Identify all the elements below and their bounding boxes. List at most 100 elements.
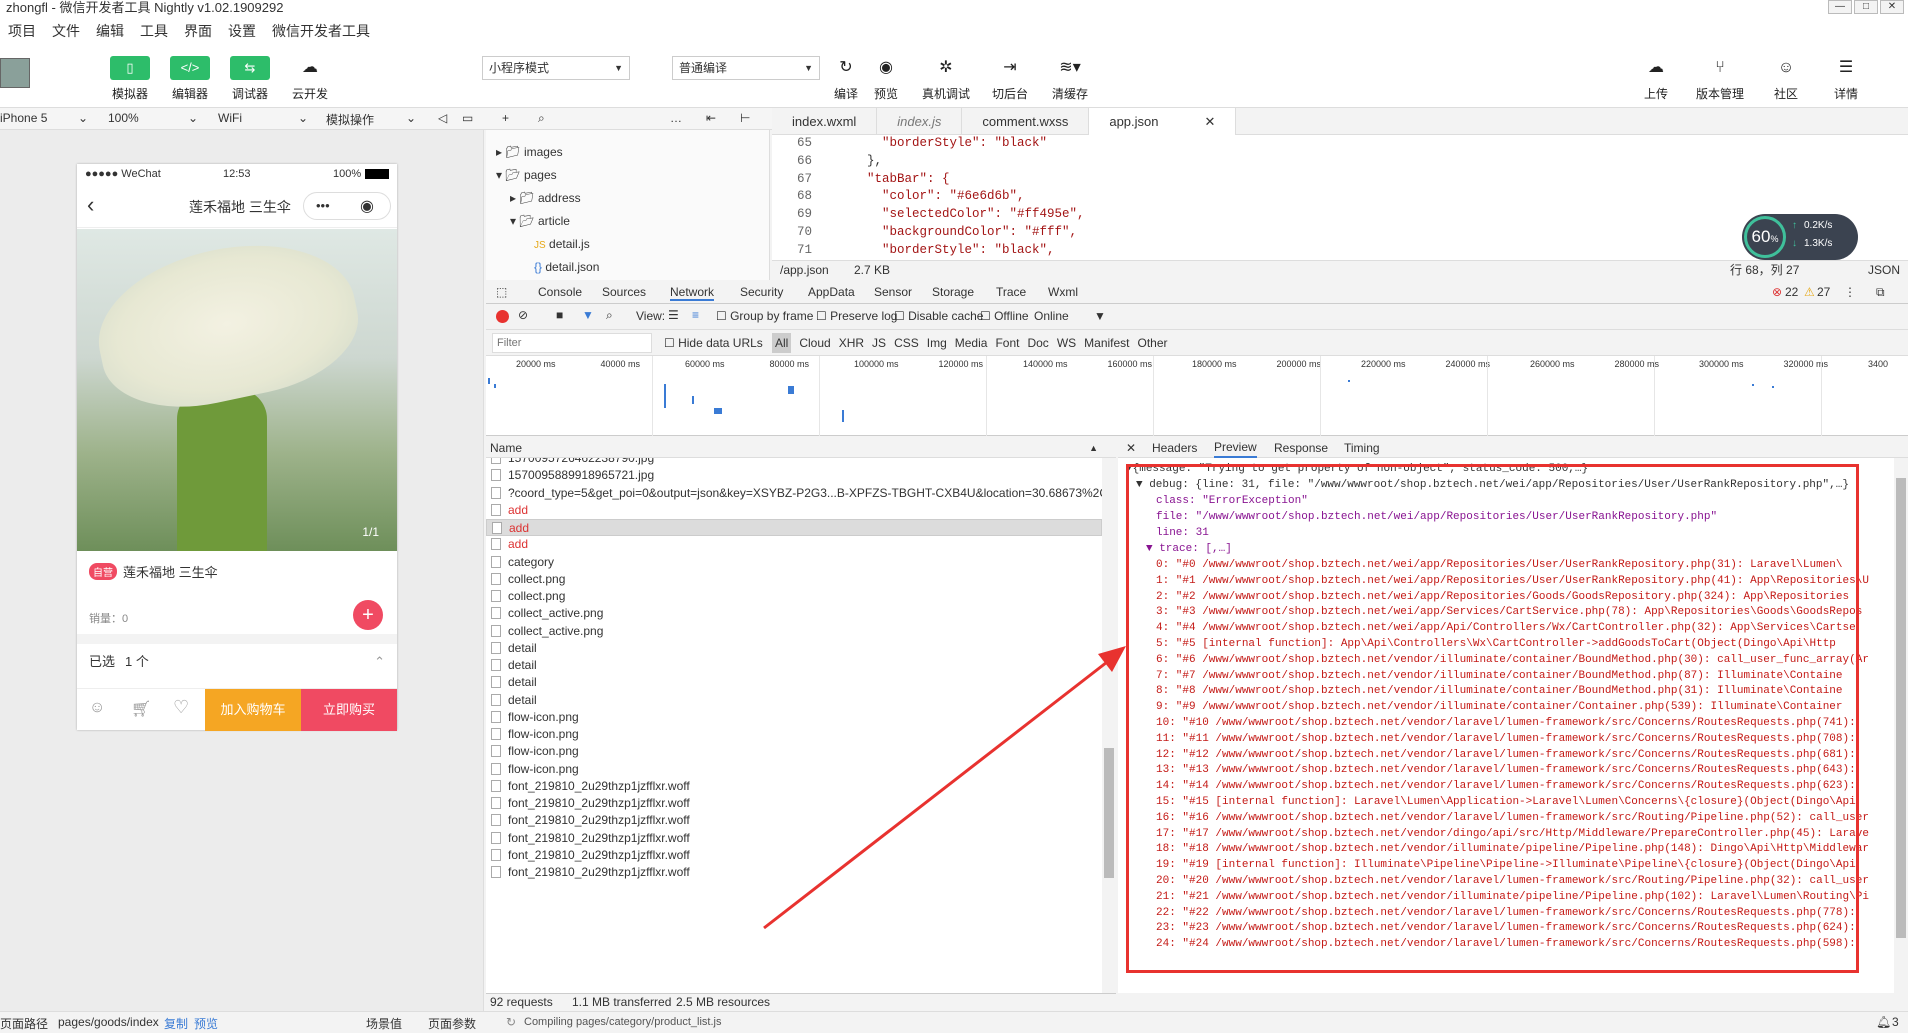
filter-input[interactable]	[492, 333, 652, 353]
scene-value[interactable]: 场景值	[366, 1015, 402, 1032]
maximize-button[interactable]: □	[1854, 0, 1878, 14]
avatar[interactable]	[0, 58, 30, 88]
menu-edit[interactable]: 编辑	[88, 21, 132, 41]
more-vert-icon[interactable]: ⋮	[1844, 285, 1856, 299]
real-device-debug-button[interactable]: ✲ 真机调试	[922, 56, 970, 102]
tab-network[interactable]: Network	[670, 285, 715, 301]
request-row[interactable]: ?coord_type=5&get_poi=0&output=json&key=…	[486, 485, 1102, 502]
window-icon[interactable]: ▭	[462, 111, 473, 125]
preview-scrollbar[interactable]	[1894, 458, 1908, 993]
tree-file-detail-json[interactable]: {} detail.json	[534, 260, 599, 274]
editor-toggle[interactable]: </> 编辑器	[170, 56, 210, 102]
upload-button[interactable]: ☁ 上传	[1636, 56, 1676, 102]
spec-selector[interactable]: 已选 1 个 ⌃	[77, 644, 397, 680]
type-other[interactable]: Other	[1138, 333, 1168, 353]
background-button[interactable]: ⇥ 切后台	[990, 56, 1030, 102]
tab-app-json[interactable]: app.json ✕	[1089, 108, 1237, 135]
add-icon[interactable]: +	[502, 111, 509, 125]
product-image[interactable]: 1/1	[77, 229, 397, 551]
request-row[interactable]: 1570095889918965721.jpg	[486, 467, 1102, 484]
request-row[interactable]: add	[486, 502, 1102, 519]
name-column-header[interactable]: Name ▲	[486, 438, 1116, 458]
more-dots-icon[interactable]: •••	[316, 198, 330, 213]
close-icon[interactable]: ✕	[1126, 438, 1136, 458]
menu-view[interactable]: 界面	[176, 21, 220, 41]
tab-trace[interactable]: Trace	[996, 285, 1026, 299]
network-select[interactable]: WiFi	[218, 111, 242, 125]
capsule-menu[interactable]: ••• ◉	[303, 192, 391, 220]
tab-index-wxml[interactable]: index.wxml	[772, 108, 878, 135]
compile-mode-select[interactable]: 普通编译 ▼	[672, 56, 820, 80]
close-button[interactable]: ✕	[1880, 0, 1904, 14]
mute-icon[interactable]: ◁	[438, 111, 447, 125]
type-all[interactable]: All	[772, 333, 792, 353]
menu-project[interactable]: 项目	[0, 21, 44, 41]
camera-icon[interactable]: ■	[556, 308, 563, 322]
type-ws[interactable]: WS	[1057, 333, 1076, 353]
copy-link[interactable]: 复制	[164, 1015, 188, 1032]
type-img[interactable]: Img	[927, 333, 947, 353]
request-row[interactable]: collect.png	[486, 588, 1102, 605]
page-params[interactable]: 页面参数	[428, 1015, 476, 1032]
error-count[interactable]: 22	[1785, 285, 1798, 299]
menu-file[interactable]: 文件	[44, 21, 88, 41]
menu-wechat-devtools[interactable]: 微信开发者工具	[264, 21, 378, 41]
tab-timing[interactable]: Timing	[1344, 438, 1380, 458]
tab-storage[interactable]: Storage	[932, 285, 974, 299]
more-icon[interactable]: …	[670, 111, 682, 125]
details-button[interactable]: ☰ 详情	[1826, 56, 1866, 102]
type-manifest[interactable]: Manifest	[1084, 333, 1129, 353]
request-row[interactable]: collect.png	[486, 571, 1102, 588]
back-icon[interactable]: ‹	[87, 192, 94, 218]
record-icon[interactable]	[496, 310, 509, 323]
version-button[interactable]: ⑂ 版本管理	[1696, 56, 1744, 102]
tree-folder-article[interactable]: ▾ 📂︎ article	[510, 214, 570, 228]
cart-icon[interactable]: 🛒︎	[131, 699, 151, 719]
dock-icon[interactable]: ⧉	[1876, 285, 1885, 300]
tab-headers[interactable]: Headers	[1152, 438, 1197, 458]
add-floating-button[interactable]: +	[353, 600, 383, 630]
request-row[interactable]: collect_active.png	[486, 605, 1102, 622]
filter-icon[interactable]: ▼	[582, 308, 594, 322]
list-view-icon[interactable]: ☰	[668, 308, 679, 322]
menu-tools[interactable]: 工具	[132, 21, 176, 41]
perf-monitor[interactable]: 60% ↑ 0.2K/s ↓ 1.3K/s	[1742, 214, 1858, 260]
tab-sensor[interactable]: Sensor	[874, 285, 912, 299]
language-mode[interactable]: JSON	[1868, 261, 1900, 280]
inspect-icon[interactable]: ⬚	[496, 285, 507, 299]
hide-data-urls-checkbox[interactable]: ☐ Hide data URLs	[664, 336, 763, 350]
debugger-toggle[interactable]: ⇆ 调试器	[230, 56, 270, 102]
request-row[interactable]: add	[486, 519, 1102, 536]
bell-icon[interactable]: 🔔︎	[1876, 1015, 1891, 1029]
add-to-cart-button[interactable]: 加入购物车	[205, 689, 301, 731]
preview-link[interactable]: 预览	[194, 1015, 218, 1032]
buy-now-button[interactable]: 立即购买	[301, 689, 397, 731]
cloud-dev-button[interactable]: ☁ 云开发	[290, 56, 330, 102]
throttle-select[interactable]: Online ▼	[1034, 309, 1106, 323]
tab-preview[interactable]: Preview	[1214, 438, 1257, 458]
tab-appdata[interactable]: AppData	[808, 285, 855, 299]
type-css[interactable]: CSS	[894, 333, 919, 353]
scrollbar-thumb[interactable]	[1896, 478, 1906, 938]
tab-index-js[interactable]: index.js	[877, 108, 963, 135]
tab-response[interactable]: Response	[1274, 438, 1328, 458]
disable-cache-checkbox[interactable]: ☐ Disable cache	[894, 309, 983, 323]
warning-count[interactable]: 27	[1817, 285, 1830, 299]
preview-button[interactable]: ◉ 预览	[866, 56, 906, 102]
tab-comment-wxss[interactable]: comment.wxss	[962, 108, 1090, 135]
tree-folder-images[interactable]: ▸ 📁︎ images	[496, 145, 563, 159]
request-row[interactable]: 1570095726462238790.jpg	[486, 458, 1102, 467]
waterfall-icon[interactable]: ≡	[692, 308, 699, 322]
type-cloud[interactable]: Cloud	[799, 333, 830, 353]
network-timeline[interactable]: 20000 ms40000 ms60000 ms80000 ms100000 m…	[486, 356, 1908, 436]
mode-select[interactable]: 小程序模式 ▼	[482, 56, 630, 80]
compile-button[interactable]: ↻ 编译	[826, 56, 866, 102]
close-icon[interactable]: ✕	[1205, 114, 1216, 129]
close-circle-icon[interactable]: ◉	[360, 196, 374, 216]
service-icon[interactable]: ☺	[89, 699, 105, 717]
tab-sources[interactable]: Sources	[602, 285, 646, 299]
request-row[interactable]: add	[486, 536, 1102, 553]
tab-wxml[interactable]: Wxml	[1048, 285, 1078, 299]
split-icon[interactable]: ⊢	[740, 111, 750, 125]
tree-folder-address[interactable]: ▸ 📁︎ address	[510, 191, 581, 205]
